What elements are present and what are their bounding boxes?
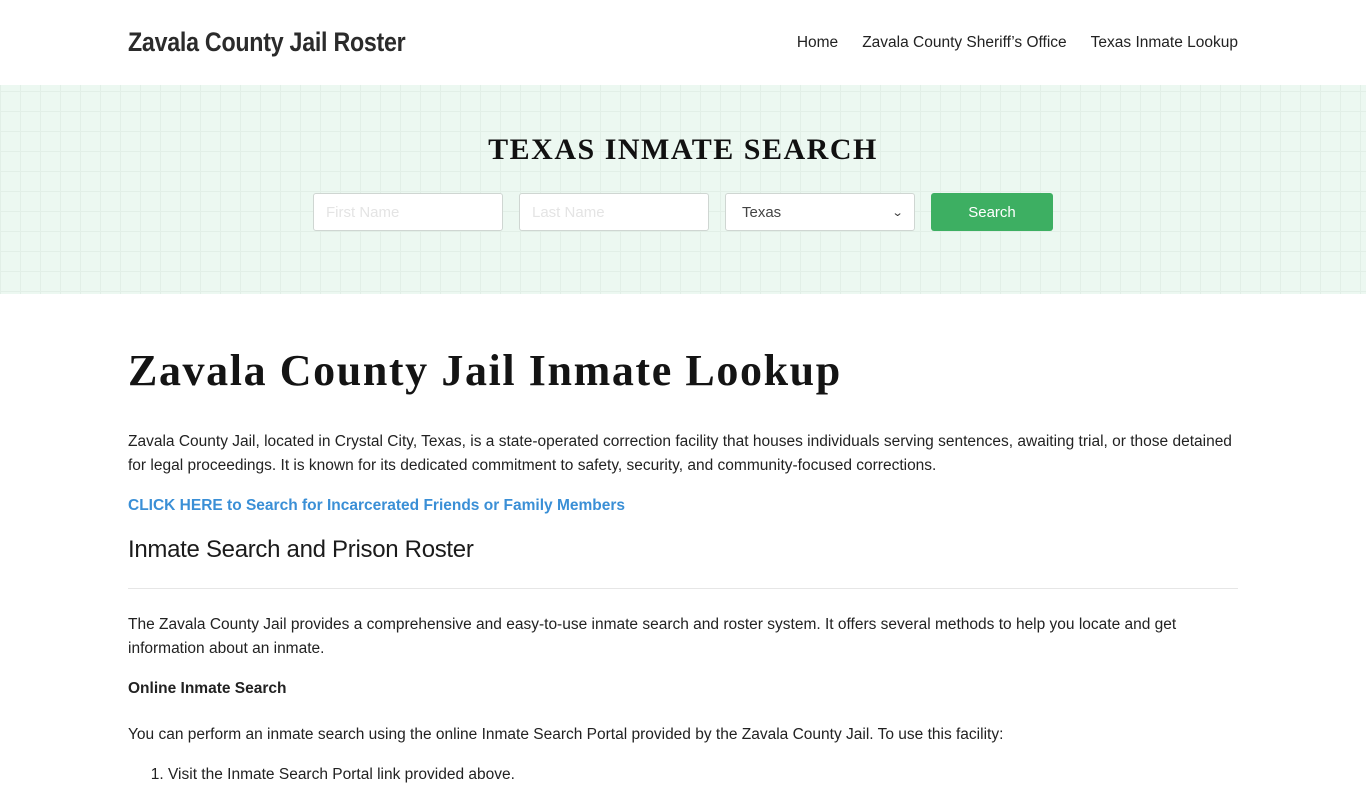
- intro-paragraph: Zavala County Jail, located in Crystal C…: [128, 433, 1232, 474]
- main-nav: Home Zavala County Sheriff’s Office Texa…: [773, 34, 1238, 52]
- inmate-search-form: Texas ⌄ Search: [0, 193, 1366, 231]
- section-paragraph: The Zavala County Jail provides a compre…: [128, 616, 1177, 657]
- first-name-input[interactable]: [313, 193, 503, 231]
- site-header: Zavala County Jail Roster Home Zavala Co…: [0, 0, 1366, 85]
- nav-home[interactable]: Home: [797, 34, 838, 52]
- online-search-paragraph: You can perform an inmate search using t…: [128, 726, 1004, 743]
- chevron-down-icon: ⌄: [891, 206, 904, 219]
- online-search-heading: Online Inmate Search: [128, 680, 287, 697]
- inmate-search-hero: TEXAS INMATE SEARCH Texas ⌄ Search: [0, 85, 1366, 294]
- site-title-link[interactable]: Zavala County Jail Roster: [128, 27, 406, 58]
- search-friends-family-link[interactable]: CLICK HERE to Search for Incarcerated Fr…: [128, 494, 625, 518]
- nav-texas-inmate-lookup[interactable]: Texas Inmate Lookup: [1091, 34, 1238, 52]
- state-select[interactable]: Texas ⌄: [725, 193, 915, 231]
- main-content: Zavala County Jail Inmate Lookup Zavala …: [0, 294, 1366, 787]
- search-button[interactable]: Search: [931, 193, 1053, 231]
- steps-list: Visit the Inmate Search Portal link prov…: [128, 763, 1238, 787]
- hero-title: TEXAS INMATE SEARCH: [488, 133, 878, 166]
- nav-sheriffs-office[interactable]: Zavala County Sheriff’s Office: [862, 34, 1066, 52]
- page-title: Zavala County Jail Inmate Lookup: [128, 346, 842, 395]
- section-heading: Inmate Search and Prison Roster: [128, 536, 474, 563]
- last-name-input[interactable]: [519, 193, 709, 231]
- step-item: Visit the Inmate Search Portal link prov…: [168, 763, 1238, 787]
- section-divider: [128, 588, 1238, 589]
- state-select-value: Texas: [742, 203, 782, 221]
